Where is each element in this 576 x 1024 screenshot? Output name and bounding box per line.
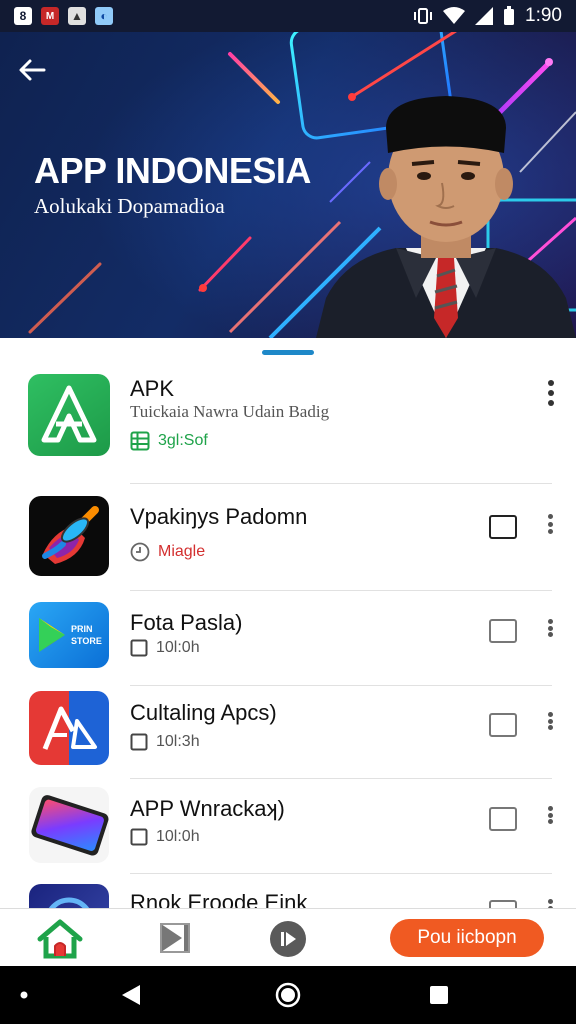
brush-app-icon (29, 496, 109, 576)
item-title: Cultaling Apcs) (130, 700, 277, 725)
divider (130, 778, 552, 779)
checkbox-icon (130, 733, 148, 751)
apk-app-icon (28, 374, 110, 456)
more-options-icon[interactable] (546, 380, 556, 406)
select-checkbox[interactable] (489, 713, 517, 737)
checkbox-icon (130, 639, 148, 657)
item-meta-text: 10l:3h (156, 733, 200, 750)
divider (130, 483, 552, 484)
clock-icon (130, 542, 150, 562)
item-title: Rnok Eroode Eink (130, 890, 308, 908)
item-title: Fota Pasla) (130, 610, 243, 635)
gallery-notification-icon: ◐ (95, 7, 113, 25)
item-meta: 10l:3h (130, 733, 200, 751)
hero-banner: APP INDONESIA Aolukaki Dopamadioa (0, 32, 576, 338)
hero-subtitle: Aolukaki Dopamadioa (34, 194, 225, 218)
nav-dot-icon (20, 991, 28, 999)
more-options-icon[interactable] (545, 899, 555, 908)
back-triangle-icon[interactable] (120, 983, 142, 1007)
home-circle-icon[interactable] (275, 982, 301, 1008)
app-list-sheet[interactable]: APK Tuickaia Nawra Udain Badig 3gl:Sof V… (0, 338, 576, 908)
select-checkbox[interactable] (489, 515, 517, 539)
red-a-app-icon (29, 691, 109, 765)
divider (130, 873, 552, 874)
divider (130, 590, 552, 591)
browser-notification-icon: 8 (14, 7, 32, 25)
recents-square-icon[interactable] (429, 985, 449, 1005)
home-icon[interactable] (36, 919, 84, 959)
blue-app-icon (29, 884, 109, 908)
item-meta-text: 3gl:Sof (158, 432, 208, 449)
system-navigation-bar (0, 966, 576, 1024)
battery-icon (504, 6, 515, 25)
item-meta: 10l:0h (130, 639, 200, 657)
item-title: Vpakiŋys Padomn (130, 504, 308, 529)
item-meta-text: 10l:0h (156, 639, 200, 656)
play-store-app-icon: PRIN STORE (29, 602, 109, 668)
signal-icon (475, 7, 494, 25)
select-checkbox[interactable] (489, 619, 517, 643)
checkbox-icon (130, 828, 148, 846)
status-bar: 8 M ▲ ◐ 1:90 (0, 0, 576, 32)
more-options-icon[interactable] (545, 806, 555, 824)
sheet-drag-handle[interactable] (262, 350, 314, 355)
item-title: APK (130, 376, 175, 401)
item-meta: 3gl:Sof (130, 431, 208, 451)
item-subtitle: Tuickaia Nawra Udain Badig (130, 402, 330, 421)
svg-text:PRIN: PRIN (71, 624, 93, 634)
svg-text:STORE: STORE (71, 636, 102, 646)
play-circle-icon[interactable] (268, 919, 308, 959)
select-checkbox[interactable] (489, 900, 517, 908)
item-meta-text: Miagle (158, 543, 206, 560)
item-meta: 10l:0h (130, 828, 200, 846)
more-options-icon[interactable] (545, 712, 555, 730)
bottom-action-bar: Pou iicbopn (0, 908, 576, 967)
back-arrow-icon[interactable] (16, 54, 48, 86)
item-meta-text: 10l:0h (156, 828, 200, 845)
divider (130, 685, 552, 686)
more-options-icon[interactable] (545, 514, 555, 534)
presenter-portrait (316, 96, 576, 338)
hero-title: APP INDONESIA (34, 150, 311, 191)
image-notification-icon: ▲ (68, 7, 86, 25)
phone-app-icon (29, 787, 109, 863)
select-checkbox[interactable] (489, 807, 517, 831)
item-title: APP Wnrackaʞ) (130, 796, 285, 821)
status-time: 1:90 (525, 5, 562, 26)
wifi-icon (443, 7, 466, 24)
vibrate-icon (414, 8, 433, 24)
primary-action-button[interactable]: Pou iicbopn (390, 919, 544, 957)
spreadsheet-icon (130, 431, 150, 451)
item-meta: Miagle (130, 542, 205, 562)
more-options-icon[interactable] (545, 619, 555, 637)
app-notification-icon: M (41, 7, 59, 25)
skip-media-icon[interactable] (158, 921, 192, 955)
